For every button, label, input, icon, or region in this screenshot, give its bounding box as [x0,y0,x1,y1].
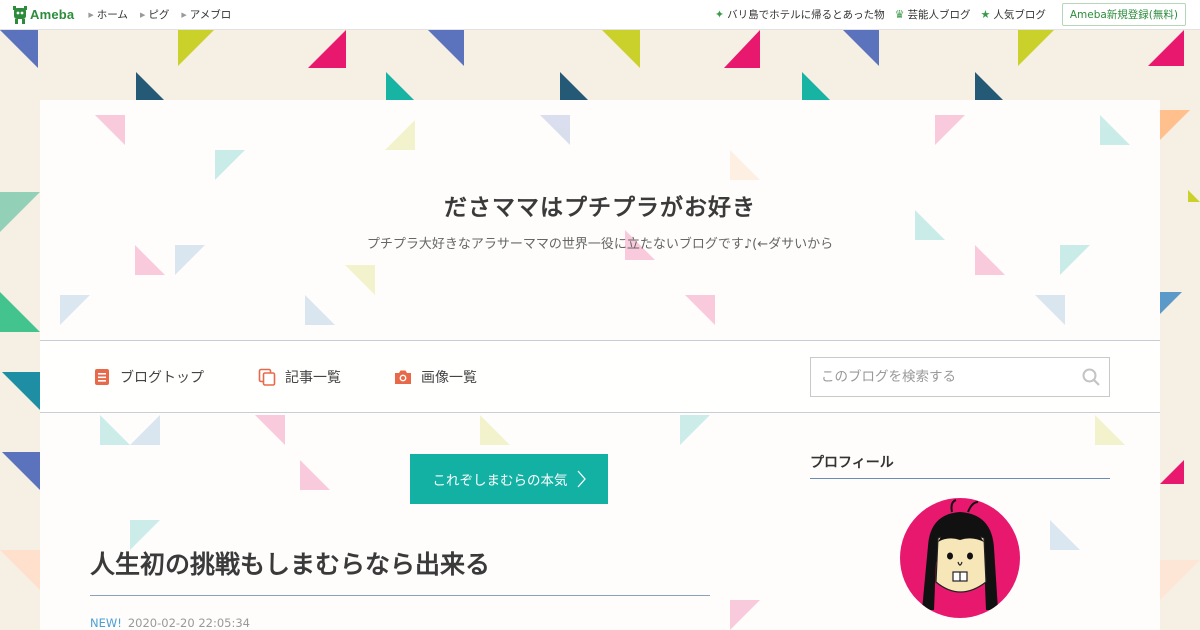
logo-text: Ameba [30,7,75,22]
cta-banner-button[interactable]: これぞしまむらの本気 [410,454,608,504]
menu-blog-top[interactable]: ブログトップ [93,367,204,387]
document-icon [95,369,109,385]
trending-topic-link[interactable]: ✦ バリ島でホテルに帰るとあった物 [715,7,885,22]
star-icon: ★ [980,8,991,21]
top-right-links: ✦ バリ島でホテルに帰るとあった物 ♛ 芸能人ブログ ★ 人気ブログ Ameba… [705,3,1186,26]
celebrity-blog-link[interactable]: ♛ 芸能人ブログ [895,7,971,22]
triangle-right-icon: ▶ [88,10,94,19]
cta-banner-label: これぞしまむらの本気 [432,473,568,489]
camera-icon [395,370,411,384]
ameba-logo[interactable]: Ameba [12,5,75,24]
crown-icon: ♛ [894,8,905,21]
article-title[interactable]: 人生初の挑戦もしまむらなら出来る [90,545,710,581]
article-title-divider [90,595,710,596]
nav-pigg-label: ピグ [148,9,170,21]
register-button[interactable]: Ameba新規登録(無料) [1061,3,1186,26]
copy-icon [258,368,276,386]
nav-ameblo-link[interactable]: ▶ アメブロ [181,7,231,22]
profile-avatar[interactable] [900,498,1020,618]
trending-topic-label: バリ島でホテルに帰るとあった物 [727,9,885,21]
search-icon [1082,368,1100,386]
blog-header: ださママはプチプラがお好き プチプラ大好きなアラサーママの世界一役に立たないブロ… [40,100,1160,340]
search-button[interactable] [1073,358,1109,396]
blog-description: プチプラ大好きなアラサーママの世界一役に立たないブログです♪(←ダサいから [366,237,834,252]
sparkle-icon: ✦ [714,8,725,21]
nav-home-label: ホーム [96,9,128,21]
profile-heading: プロフィール [810,455,894,471]
blog-search-input[interactable] [811,358,1073,396]
blog-title[interactable]: ださママはプチプラがお好き [40,188,1160,222]
article-meta: NEW! 2020-02-20 22:05:34 [90,616,250,630]
menu-image-list-label: 画像一覧 [421,370,477,386]
blog-search-box [810,357,1110,397]
chevron-right-icon [577,470,586,488]
article-date: 2020-02-20 22:05:34 [127,616,250,630]
nav-pigg-link[interactable]: ▶ ピグ [140,7,169,22]
celebrity-blog-label: 芸能人ブログ [907,9,971,21]
blog-menu-bar: ブログトップ 記事一覧 画像一覧 [40,340,1160,413]
menu-article-list[interactable]: 記事一覧 [258,367,341,387]
triangle-right-icon: ▶ [139,10,146,19]
popular-blog-link[interactable]: ★ 人気ブログ [980,7,1045,22]
menu-article-list-label: 記事一覧 [285,370,341,386]
profile-heading-divider [810,478,1110,479]
nav-home-link[interactable]: ▶ ホーム [88,7,128,22]
menu-image-list[interactable]: 画像一覧 [394,367,477,387]
new-badge: NEW! [90,616,122,630]
menu-blog-top-label: ブログトップ [120,370,204,386]
popular-blog-label: 人気ブログ [993,9,1046,21]
triangle-right-icon: ▶ [181,10,187,19]
top-bar: Ameba ▶ ホーム ▶ ピグ ▶ アメブロ ✦ バリ島でホテルに帰るとあった… [0,0,1200,30]
blog-panel: ださママはプチプラがお好き プチプラ大好きなアラサーママの世界一役に立たないブロ… [40,100,1160,630]
nav-ameblo-label: アメブロ [189,9,232,21]
ameba-logo-icon [13,5,27,24]
